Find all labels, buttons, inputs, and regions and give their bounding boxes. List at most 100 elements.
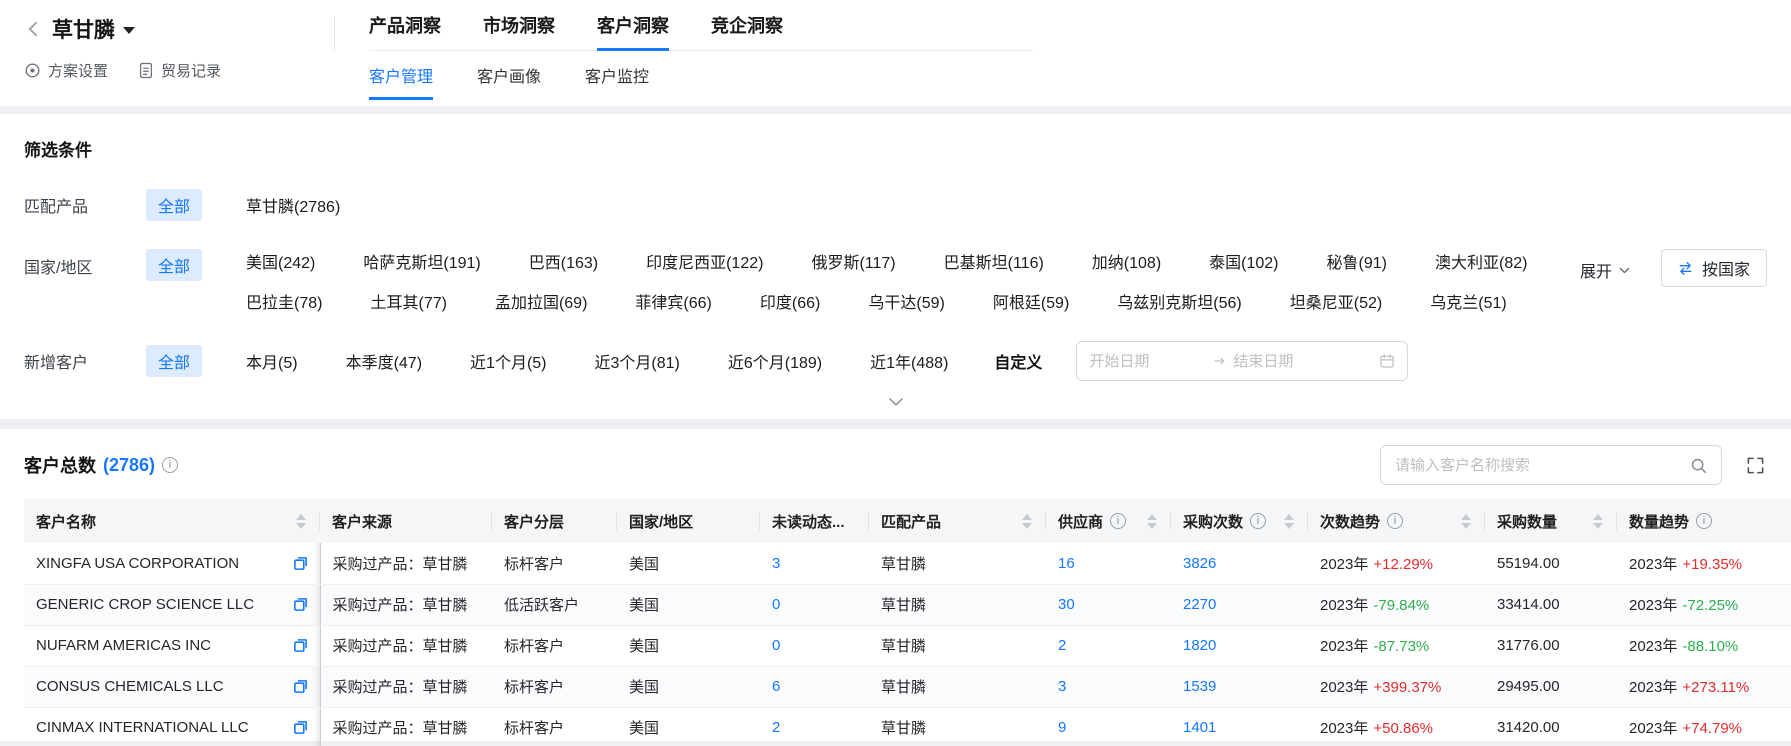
- date-range-picker[interactable]: [1076, 341, 1408, 381]
- column-header[interactable]: 采购次数 i: [1171, 499, 1308, 543]
- column-header[interactable]: 国家/地区: [617, 499, 760, 543]
- country-chip[interactable]: 印度(66): [760, 289, 820, 313]
- country-chip[interactable]: 巴西(163): [529, 249, 598, 273]
- main-tab[interactable]: 市场洞察: [483, 12, 555, 50]
- country-chip[interactable]: 俄罗斯(117): [811, 249, 895, 273]
- table-row[interactable]: XINGFA USA CORPORATION 采购过产品：草甘膦 标杆客户 美国…: [24, 543, 1791, 584]
- customer-search-box[interactable]: [1380, 445, 1722, 485]
- sort-icon[interactable]: [1022, 514, 1034, 529]
- table-row[interactable]: CONSUS CHEMICALS LLC 采购过产品：草甘膦 标杆客户 美国 6…: [24, 666, 1791, 707]
- sub-tab[interactable]: 客户画像: [477, 63, 541, 100]
- new-customer-chip[interactable]: 本季度(47): [346, 349, 422, 373]
- company-report-icon[interactable]: [293, 597, 308, 612]
- supplier-count-link[interactable]: 3: [1046, 666, 1171, 707]
- country-all-chip[interactable]: 全部: [146, 249, 202, 281]
- sort-icon[interactable]: [1461, 514, 1473, 529]
- sort-icon[interactable]: [296, 514, 308, 529]
- supplier-count-link[interactable]: 2: [1046, 625, 1171, 666]
- sub-tab[interactable]: 客户管理: [369, 63, 433, 100]
- column-header[interactable]: 匹配产品: [869, 499, 1046, 543]
- unread-updates-link[interactable]: 3: [760, 543, 869, 584]
- country-chip[interactable]: 加纳(108): [1092, 249, 1161, 273]
- end-date-input[interactable]: [1233, 353, 1351, 370]
- new-customer-chip[interactable]: 近3个月(81): [595, 349, 680, 373]
- country-chip[interactable]: 乌干达(59): [868, 289, 944, 313]
- start-date-input[interactable]: [1089, 353, 1207, 370]
- country-chip[interactable]: 孟加拉国(69): [495, 289, 587, 313]
- sub-tab[interactable]: 客户监控: [585, 63, 649, 100]
- purchase-count-link[interactable]: 1820: [1171, 625, 1308, 666]
- product-dropdown-icon[interactable]: [123, 27, 135, 34]
- country-chip[interactable]: 巴基斯坦(116): [944, 249, 1044, 273]
- main-tab[interactable]: 竞企洞察: [711, 12, 783, 50]
- country-chip[interactable]: 泰国(102): [1209, 249, 1278, 273]
- country-chip[interactable]: 乌克兰(51): [1430, 289, 1506, 313]
- country-chip[interactable]: 美国(242): [246, 249, 315, 273]
- info-icon[interactable]: i: [1387, 513, 1403, 529]
- sort-icon[interactable]: [1593, 514, 1605, 529]
- purchase-count-link[interactable]: 2270: [1171, 584, 1308, 625]
- new-customer-chip[interactable]: 近6个月(189): [728, 349, 822, 373]
- column-header[interactable]: 次数趋势 i: [1308, 499, 1485, 543]
- custom-range-link[interactable]: 自定义: [994, 349, 1042, 373]
- country-chip[interactable]: 坦桑尼亚(52): [1290, 289, 1382, 313]
- sort-icon[interactable]: [1147, 514, 1159, 529]
- expand-countries-link[interactable]: 展开: [1580, 258, 1631, 282]
- column-header[interactable]: 供应商 i: [1046, 499, 1171, 543]
- table-row[interactable]: CINMAX INTERNATIONAL LLC 采购过产品：草甘膦 标杆客户 …: [24, 707, 1791, 746]
- company-report-icon[interactable]: [293, 556, 308, 571]
- column-header[interactable]: 客户来源: [320, 499, 492, 543]
- country-chip[interactable]: 秘鲁(91): [1327, 249, 1387, 273]
- company-report-icon[interactable]: [293, 679, 308, 694]
- country-chip[interactable]: 巴拉圭(78): [246, 289, 322, 313]
- collapse-filters-bar[interactable]: [24, 383, 1767, 419]
- country-chip[interactable]: 阿根廷(59): [993, 289, 1069, 313]
- purchase-count-link[interactable]: 3826: [1171, 543, 1308, 584]
- search-icon[interactable]: [1690, 457, 1707, 474]
- main-tab[interactable]: 产品洞察: [369, 12, 441, 50]
- company-report-icon[interactable]: [293, 720, 308, 735]
- info-icon[interactable]: i: [162, 457, 178, 473]
- country-chip[interactable]: 乌兹别克斯坦(56): [1117, 289, 1241, 313]
- match-product-all-chip[interactable]: 全部: [146, 189, 202, 221]
- product-selector[interactable]: 草甘膦: [24, 14, 334, 44]
- sort-icon[interactable]: [1284, 514, 1296, 529]
- unread-updates-link[interactable]: 2: [760, 707, 869, 746]
- main-tab[interactable]: 客户洞察: [597, 12, 669, 50]
- new-customer-chip[interactable]: 本月(5): [246, 349, 298, 373]
- country-chip[interactable]: 哈萨克斯坦(191): [363, 249, 480, 273]
- country-chip[interactable]: 印度尼西亚(122): [646, 249, 763, 273]
- country-chip[interactable]: 土耳其(77): [370, 289, 446, 313]
- country-chip[interactable]: 菲律宾(66): [635, 289, 711, 313]
- info-icon[interactable]: i: [1110, 513, 1126, 529]
- column-header[interactable]: 客户名称: [24, 499, 320, 543]
- trade-records-link[interactable]: 贸易记录: [138, 60, 221, 81]
- match-product-chip[interactable]: 草甘膦(2786): [246, 193, 340, 217]
- new-customer-chip[interactable]: 近1个月(5): [470, 349, 546, 373]
- supplier-count-link[interactable]: 30: [1046, 584, 1171, 625]
- plan-settings-link[interactable]: 方案设置: [24, 60, 108, 81]
- unread-updates-link[interactable]: 6: [760, 666, 869, 707]
- back-icon[interactable]: [24, 19, 44, 39]
- supplier-count-link[interactable]: 9: [1046, 707, 1171, 746]
- unread-updates-link[interactable]: 0: [760, 584, 869, 625]
- fullscreen-icon[interactable]: [1746, 456, 1765, 475]
- country-chip[interactable]: 澳大利亚(82): [1435, 249, 1527, 273]
- column-header[interactable]: 数量趋势 i: [1617, 499, 1791, 543]
- table-row[interactable]: NUFARM AMERICAS INC 采购过产品：草甘膦 标杆客户 美国 0 …: [24, 625, 1791, 666]
- supplier-count-link[interactable]: 16: [1046, 543, 1171, 584]
- purchase-count-link[interactable]: 1401: [1171, 707, 1308, 746]
- company-report-icon[interactable]: [293, 638, 308, 653]
- calendar-icon[interactable]: [1379, 353, 1395, 369]
- search-input[interactable]: [1395, 457, 1680, 474]
- column-header[interactable]: 客户分层: [492, 499, 617, 543]
- unread-updates-link[interactable]: 0: [760, 625, 869, 666]
- by-country-button[interactable]: 按国家: [1661, 249, 1767, 287]
- new-customer-chip[interactable]: 近1年(488): [870, 349, 948, 373]
- purchase-count-link[interactable]: 1539: [1171, 666, 1308, 707]
- new-customer-all-chip[interactable]: 全部: [146, 345, 202, 377]
- info-icon[interactable]: i: [1250, 513, 1266, 529]
- info-icon[interactable]: i: [1696, 513, 1712, 529]
- column-header[interactable]: 采购数量: [1485, 499, 1617, 543]
- table-row[interactable]: GENERIC CROP SCIENCE LLC 采购过产品：草甘膦 低活跃客户…: [24, 584, 1791, 625]
